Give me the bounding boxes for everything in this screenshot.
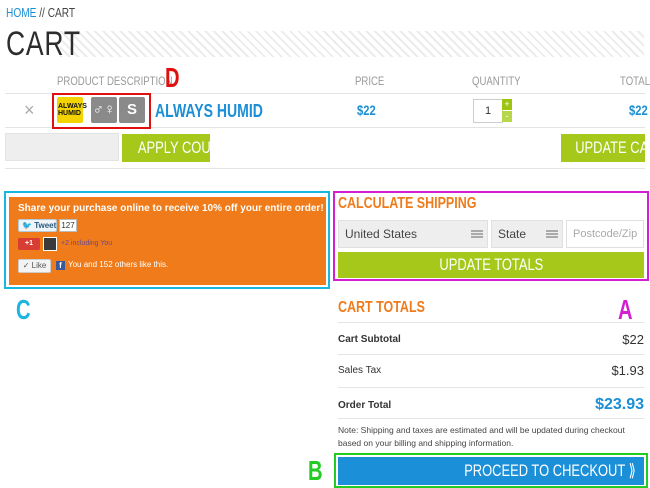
breadcrumb-current: CART [47, 5, 76, 20]
update-cart-label: UPDATE CART [575, 138, 645, 157]
order-total-label: Order Total [338, 400, 392, 411]
page-title: CART [6, 25, 81, 63]
annotation-label-c: C [16, 294, 31, 325]
cart-totals-heading: CART TOTALS [338, 299, 425, 316]
product-line-total: $22 [629, 102, 648, 118]
remove-item-icon[interactable]: × [24, 100, 35, 120]
sales-tax-value: $1.93 [611, 363, 644, 378]
annotation-label-b: B [308, 455, 323, 486]
apply-coupon-label: APPLY COUPON [137, 138, 210, 157]
breadcrumb-separator: // [36, 5, 48, 20]
totals-divider [338, 387, 644, 388]
product-name-link[interactable]: ALWAYS HUMID [155, 101, 263, 122]
quantity-input[interactable]: 1 [473, 99, 503, 123]
coupon-input[interactable] [5, 133, 119, 161]
quantity-increase-button[interactable]: + [502, 99, 512, 110]
title-stripes [60, 31, 644, 57]
header-quantity: QUANTITY [472, 74, 521, 88]
annotation-label-d: D [165, 62, 180, 93]
cart-subtotal-value: $22 [622, 332, 644, 347]
annotation-box-b [334, 453, 648, 488]
totals-divider [338, 322, 644, 323]
product-price: $22 [357, 102, 376, 118]
header-total: TOTAL [620, 74, 650, 88]
header-product-description: PRODUCT DESCRIPTION [57, 74, 173, 88]
sales-tax-label: Sales Tax [338, 365, 382, 376]
shipping-note: Note: Shipping and taxes are estimated a… [338, 425, 625, 448]
annotation-box-a [333, 191, 649, 281]
actions-divider [5, 168, 645, 169]
breadcrumb: HOME // CART [6, 5, 75, 20]
annotation-label-a: A [618, 294, 633, 325]
header-price: PRICE [355, 74, 385, 88]
totals-divider [338, 418, 644, 419]
annotation-box-d [52, 93, 151, 129]
cart-subtotal-label: Cart Subtotal [338, 334, 401, 345]
quantity-decrease-button[interactable]: - [502, 111, 512, 122]
order-total-value: $23.93 [595, 396, 644, 413]
breadcrumb-home-link[interactable]: HOME [6, 5, 36, 20]
totals-divider [338, 354, 644, 355]
apply-coupon-button[interactable]: APPLY COUPON [122, 134, 210, 162]
update-cart-button[interactable]: UPDATE CART [561, 134, 645, 162]
annotation-box-c [4, 191, 330, 289]
